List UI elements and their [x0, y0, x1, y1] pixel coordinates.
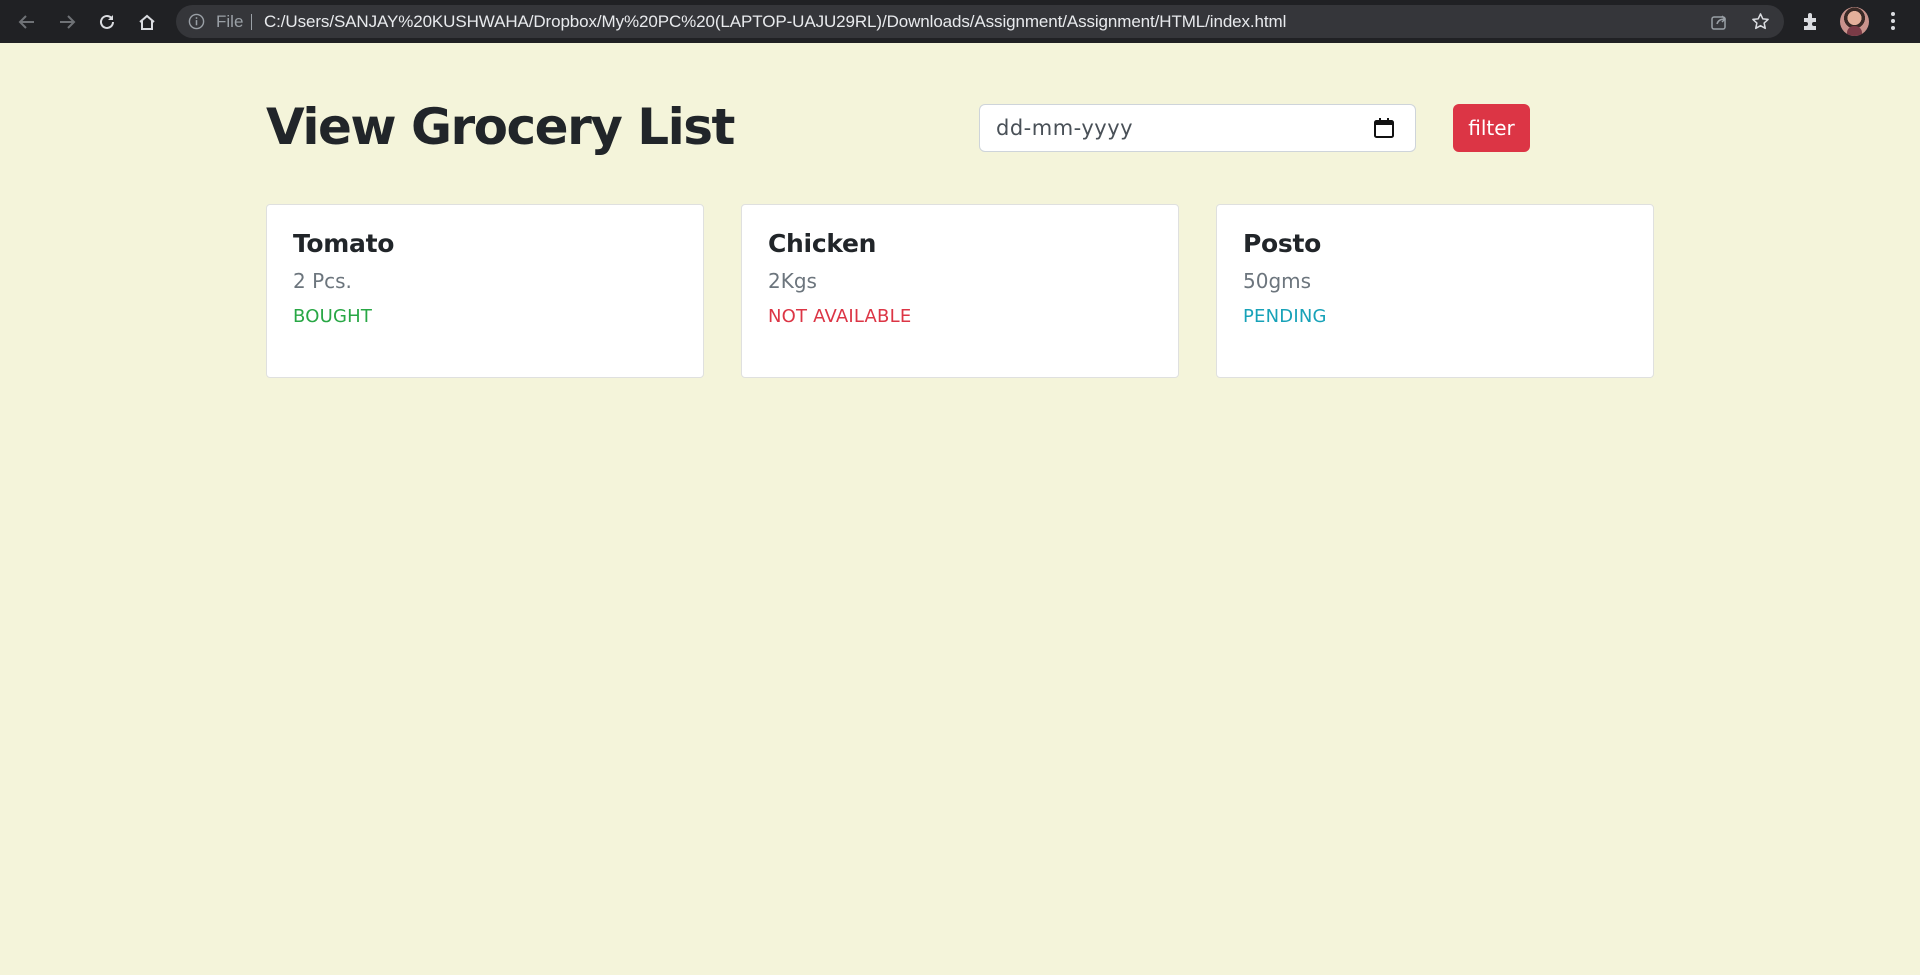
info-icon[interactable]: [188, 13, 205, 30]
page-title: View Grocery List: [266, 98, 735, 156]
grocery-card: Posto 50gms PENDING: [1216, 204, 1654, 378]
date-placeholder: dd-mm-yyyy: [996, 116, 1134, 140]
item-status: NOT AVAILABLE: [768, 306, 912, 327]
date-filter-input[interactable]: dd-mm-yyyy: [979, 104, 1416, 152]
back-icon[interactable]: [14, 9, 40, 35]
grocery-card: Tomato 2 Pcs. BOUGHT: [266, 204, 704, 378]
address-bar[interactable]: File C:/Users/SANJAY%20KUSHWAHA/Dropbox/…: [176, 5, 1784, 38]
filter-button[interactable]: filter: [1453, 104, 1530, 152]
profile-avatar[interactable]: [1840, 7, 1869, 36]
browser-toolbar: File C:/Users/SANJAY%20KUSHWAHA/Dropbox/…: [0, 0, 1920, 43]
more-menu-icon[interactable]: [1882, 10, 1904, 32]
item-quantity: 50gms: [1243, 269, 1312, 293]
item-name: Tomato: [293, 229, 395, 258]
url-text[interactable]: C:/Users/SANJAY%20KUSHWAHA/Dropbox/My%20…: [264, 5, 1286, 38]
item-name: Posto: [1243, 229, 1322, 258]
home-icon[interactable]: [134, 9, 160, 35]
calendar-icon[interactable]: [1373, 117, 1395, 139]
item-status: PENDING: [1243, 306, 1327, 327]
address-divider: [251, 14, 252, 30]
extensions-icon[interactable]: [1800, 10, 1822, 32]
reload-icon[interactable]: [94, 9, 120, 35]
item-quantity: 2 Pcs.: [293, 269, 352, 293]
item-name: Chicken: [768, 229, 877, 258]
item-status: BOUGHT: [293, 306, 373, 327]
bookmark-star-icon[interactable]: [1751, 12, 1770, 31]
item-quantity: 2Kgs: [768, 269, 817, 293]
scheme-label: File: [216, 12, 244, 31]
forward-icon[interactable]: [54, 9, 80, 35]
grocery-card: Chicken 2Kgs NOT AVAILABLE: [741, 204, 1179, 378]
share-icon[interactable]: [1710, 13, 1728, 31]
